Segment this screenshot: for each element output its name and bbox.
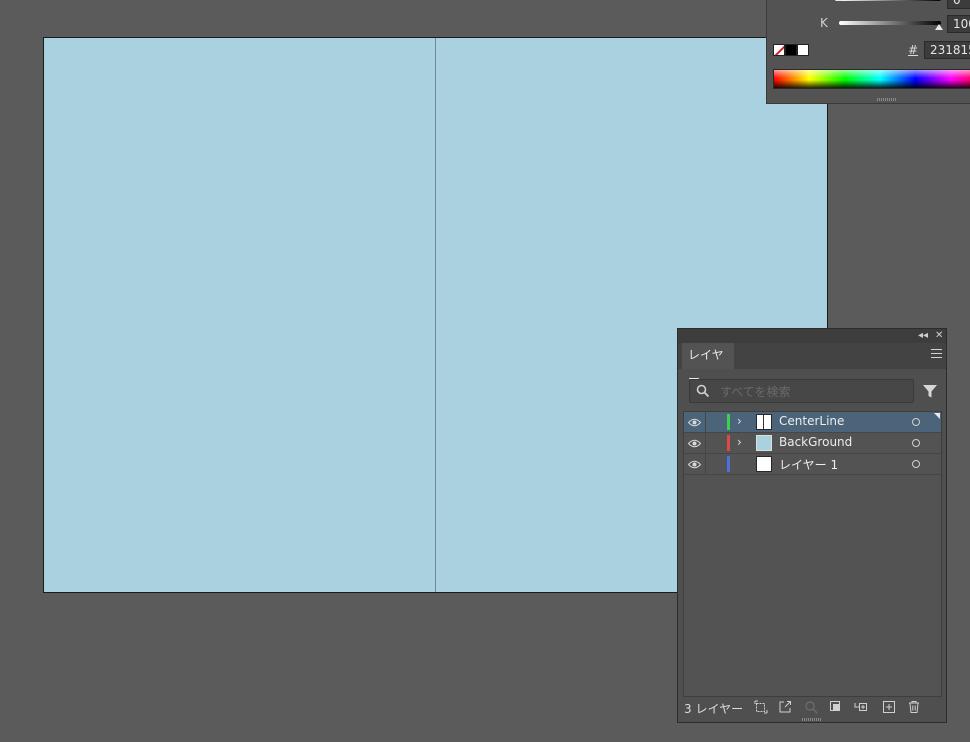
selected-corner-indicator bbox=[934, 413, 940, 419]
column-divider bbox=[705, 454, 706, 474]
none-swatch-icon[interactable] bbox=[773, 44, 785, 56]
eye-icon[interactable] bbox=[688, 439, 701, 448]
tab-layers[interactable]: レイヤー bbox=[682, 343, 734, 386]
color-spectrum[interactable] bbox=[773, 69, 970, 89]
layer-color-bar bbox=[727, 414, 730, 430]
locate-object-icon[interactable] bbox=[804, 700, 818, 714]
layer-name[interactable]: BackGround bbox=[779, 435, 852, 449]
delete-icon[interactable] bbox=[907, 700, 921, 714]
layer-thumbnail bbox=[756, 414, 772, 430]
layer-row[interactable]: › CenterLine bbox=[684, 412, 941, 433]
k-slider-track[interactable] bbox=[839, 21, 941, 25]
layer-row[interactable]: › BackGround bbox=[684, 433, 941, 454]
k-slider-thumb[interactable] bbox=[935, 24, 943, 30]
chevron-right-icon[interactable]: › bbox=[737, 414, 742, 428]
search-input[interactable] bbox=[718, 382, 907, 402]
layer-count: 3 レイヤー bbox=[684, 702, 744, 716]
filter-icon[interactable] bbox=[922, 383, 938, 399]
artboard-centerline[interactable] bbox=[435, 38, 436, 592]
white-swatch-icon[interactable] bbox=[797, 44, 809, 56]
panel-resize-grip[interactable] bbox=[877, 98, 897, 101]
export-icon[interactable] bbox=[778, 700, 792, 714]
column-divider bbox=[705, 412, 706, 432]
k-value-field[interactable]: 100 bbox=[947, 15, 970, 33]
panel-menu-icon[interactable] bbox=[931, 349, 942, 359]
layer-thumbnail bbox=[756, 456, 772, 472]
new-layer-icon[interactable] bbox=[882, 700, 896, 714]
color-panel: 0 K 100 # 231815 bbox=[766, 0, 970, 104]
collect-export-icon[interactable] bbox=[754, 700, 768, 714]
black-swatch-icon[interactable] bbox=[785, 44, 797, 56]
eye-icon[interactable] bbox=[688, 418, 701, 427]
y-slider-track[interactable] bbox=[839, 0, 941, 1]
search-icon bbox=[696, 384, 710, 398]
layer-color-bar bbox=[727, 456, 730, 472]
layer-name[interactable]: レイヤー 1 bbox=[779, 456, 838, 473]
layers-footer: 3 レイヤー bbox=[678, 697, 946, 719]
k-label: K bbox=[820, 16, 828, 30]
column-divider bbox=[705, 433, 706, 453]
new-sublayer-icon[interactable] bbox=[854, 700, 868, 714]
panel-resize-grip[interactable] bbox=[802, 718, 822, 721]
panel-titlebar[interactable]: ◂◂ ✕ bbox=[678, 329, 946, 343]
layer-row[interactable]: レイヤー 1 bbox=[684, 454, 941, 475]
target-icon[interactable] bbox=[912, 460, 920, 468]
tab-row: レイヤー bbox=[678, 343, 946, 386]
chevron-right-icon[interactable]: › bbox=[737, 435, 742, 449]
quick-swatches bbox=[773, 44, 809, 57]
target-icon[interactable] bbox=[912, 439, 920, 447]
layer-list: › CenterLine › BackGround レイヤー 1 bbox=[683, 411, 942, 697]
layer-search bbox=[689, 379, 914, 403]
make-clipping-mask-icon[interactable] bbox=[829, 700, 843, 714]
y-slider-thumb[interactable] bbox=[835, 0, 843, 1]
y-value-field[interactable]: 0 bbox=[947, 0, 970, 9]
layer-name[interactable]: CenterLine bbox=[779, 414, 844, 428]
layer-thumbnail bbox=[756, 435, 772, 451]
hex-label: # bbox=[908, 43, 919, 57]
hex-value-field[interactable]: 231815 bbox=[924, 41, 970, 59]
layers-panel: ◂◂ ✕ レイヤー › CenterLine bbox=[677, 328, 947, 723]
target-icon[interactable] bbox=[912, 418, 920, 426]
collapse-icon[interactable]: ◂◂ bbox=[918, 329, 928, 343]
eye-icon[interactable] bbox=[688, 460, 701, 469]
layer-color-bar bbox=[727, 435, 730, 451]
close-icon[interactable]: ✕ bbox=[935, 329, 943, 343]
